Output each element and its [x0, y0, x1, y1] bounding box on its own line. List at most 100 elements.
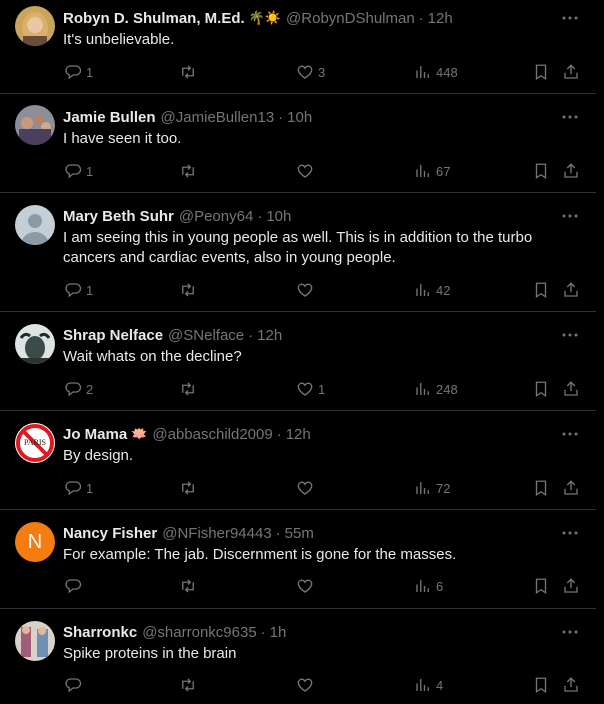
scrollbar[interactable]: [596, 0, 604, 704]
separator-dot: ·: [418, 9, 424, 27]
bookmark-button[interactable]: [532, 575, 550, 597]
view-count: 42: [436, 282, 451, 298]
retweet-button[interactable]: [178, 160, 198, 182]
reply-button[interactable]: [64, 674, 82, 696]
author-handle[interactable]: @Peony64: [179, 208, 253, 225]
author-name[interactable]: Robyn D. Shulman, M.Ed.: [63, 10, 245, 27]
timestamp[interactable]: 10h: [266, 208, 291, 225]
retweet-button[interactable]: [178, 378, 198, 400]
bookmark-button[interactable]: [532, 160, 550, 182]
like-button[interactable]: [296, 477, 314, 499]
reply-count: 2: [86, 381, 94, 397]
author-name[interactable]: Mary Beth Suhr: [63, 208, 174, 225]
views-button[interactable]: 67: [414, 160, 450, 182]
more-button[interactable]: [560, 326, 580, 344]
tweet[interactable]: Shrap Nelface @SNelface · 12h Wait whats…: [0, 312, 596, 411]
more-button[interactable]: [560, 108, 580, 126]
views-button[interactable]: 72: [414, 477, 450, 499]
author-handle[interactable]: @abbaschild2009: [152, 426, 272, 443]
avatar[interactable]: [15, 621, 55, 661]
bookmark-button[interactable]: [532, 674, 550, 696]
timestamp[interactable]: 12h: [428, 10, 453, 27]
more-button[interactable]: [560, 9, 580, 27]
views-button[interactable]: 448: [414, 61, 458, 83]
share-button[interactable]: [562, 674, 580, 696]
separator-dot: ·: [260, 623, 266, 641]
tweet[interactable]: Robyn D. Shulman, M.Ed. 🌴☀️ @RobynDShulm…: [0, 0, 596, 94]
more-icon: [562, 333, 578, 337]
share-button[interactable]: [562, 61, 580, 83]
retweet-button[interactable]: [178, 61, 198, 83]
like-button[interactable]: [296, 160, 314, 182]
bookmark-button[interactable]: [532, 61, 550, 83]
bookmark-icon: [535, 381, 547, 398]
bookmark-button[interactable]: [532, 279, 550, 301]
author-name[interactable]: Shrap Nelface: [63, 327, 163, 344]
avatar[interactable]: N: [15, 522, 55, 562]
tweet-header: Robyn D. Shulman, M.Ed. 🌴☀️ @RobynDShulm…: [63, 8, 556, 28]
retweet-button[interactable]: [178, 575, 198, 597]
author-handle[interactable]: @SNelface: [168, 327, 244, 344]
views-button[interactable]: 4: [414, 674, 443, 696]
views-button[interactable]: 42: [414, 279, 450, 301]
author-handle[interactable]: @JamieBullen13: [161, 109, 275, 126]
more-button[interactable]: [560, 207, 580, 225]
tweet[interactable]: PARIS Jo Mama 🪷 @abbaschild2009 · 12h By…: [0, 411, 596, 510]
more-button[interactable]: [560, 623, 580, 641]
avatar[interactable]: PARIS: [15, 423, 55, 463]
views-button[interactable]: 248: [414, 378, 458, 400]
retweet-button[interactable]: [178, 477, 198, 499]
author-name[interactable]: Sharronkc: [63, 624, 137, 641]
author-name[interactable]: Jo Mama: [63, 426, 127, 443]
like-button[interactable]: [296, 279, 314, 301]
share-button[interactable]: [562, 477, 580, 499]
author-name[interactable]: Nancy Fisher: [63, 525, 157, 542]
avatar[interactable]: [15, 105, 55, 145]
share-button[interactable]: [562, 160, 580, 182]
views-button[interactable]: 6: [414, 575, 443, 597]
more-icon: [562, 115, 578, 119]
reply-button[interactable]: 1: [64, 477, 93, 499]
timestamp[interactable]: 55m: [285, 525, 314, 542]
author-handle[interactable]: @RobynDShulman: [286, 10, 415, 27]
retweet-button[interactable]: [178, 674, 198, 696]
more-button[interactable]: [560, 425, 580, 443]
reply-button[interactable]: [64, 575, 82, 597]
share-button[interactable]: [562, 279, 580, 301]
reply-button[interactable]: 1: [64, 160, 93, 182]
more-icon: [562, 630, 578, 634]
views-icon: [416, 580, 429, 592]
reply-button[interactable]: 2: [64, 378, 93, 400]
tweet[interactable]: Sharronkc @sharronkc9635 · 1h Spike prot…: [0, 609, 596, 704]
timestamp[interactable]: 10h: [287, 109, 312, 126]
retweet-button[interactable]: [178, 279, 198, 301]
like-button[interactable]: 3: [296, 61, 325, 83]
author-handle[interactable]: @sharronkc9635: [142, 624, 256, 641]
author-emoji: 🪷: [131, 426, 148, 441]
bookmark-button[interactable]: [532, 477, 550, 499]
like-button[interactable]: [296, 575, 314, 597]
tweet-text-line: cancers and cardiac events, also in youn…: [63, 249, 396, 266]
tweet[interactable]: Jamie Bullen @JamieBullen13 · 10h I have…: [0, 94, 596, 193]
timestamp[interactable]: 12h: [257, 327, 282, 344]
like-button[interactable]: 1: [296, 378, 325, 400]
like-button[interactable]: [296, 674, 314, 696]
more-button[interactable]: [560, 524, 580, 542]
bookmark-button[interactable]: [532, 378, 550, 400]
timestamp[interactable]: 1h: [270, 624, 287, 641]
more-icon: [562, 531, 578, 535]
tweet[interactable]: Mary Beth Suhr @Peony64 · 10h I am seein…: [0, 193, 596, 312]
reply-button[interactable]: 1: [64, 61, 93, 83]
timestamp[interactable]: 12h: [286, 426, 311, 443]
retweet-icon: [182, 579, 194, 593]
tweet[interactable]: N Nancy Fisher @NFisher94443 · 55m For e…: [0, 510, 596, 609]
share-button[interactable]: [562, 575, 580, 597]
avatar[interactable]: [15, 324, 55, 364]
reply-button[interactable]: 1: [64, 279, 93, 301]
author-handle[interactable]: @NFisher94443: [162, 525, 271, 542]
tweet-actions: 1 42: [60, 279, 588, 301]
author-name[interactable]: Jamie Bullen: [63, 109, 156, 126]
share-button[interactable]: [562, 378, 580, 400]
avatar[interactable]: [15, 205, 55, 245]
avatar[interactable]: [15, 6, 55, 46]
